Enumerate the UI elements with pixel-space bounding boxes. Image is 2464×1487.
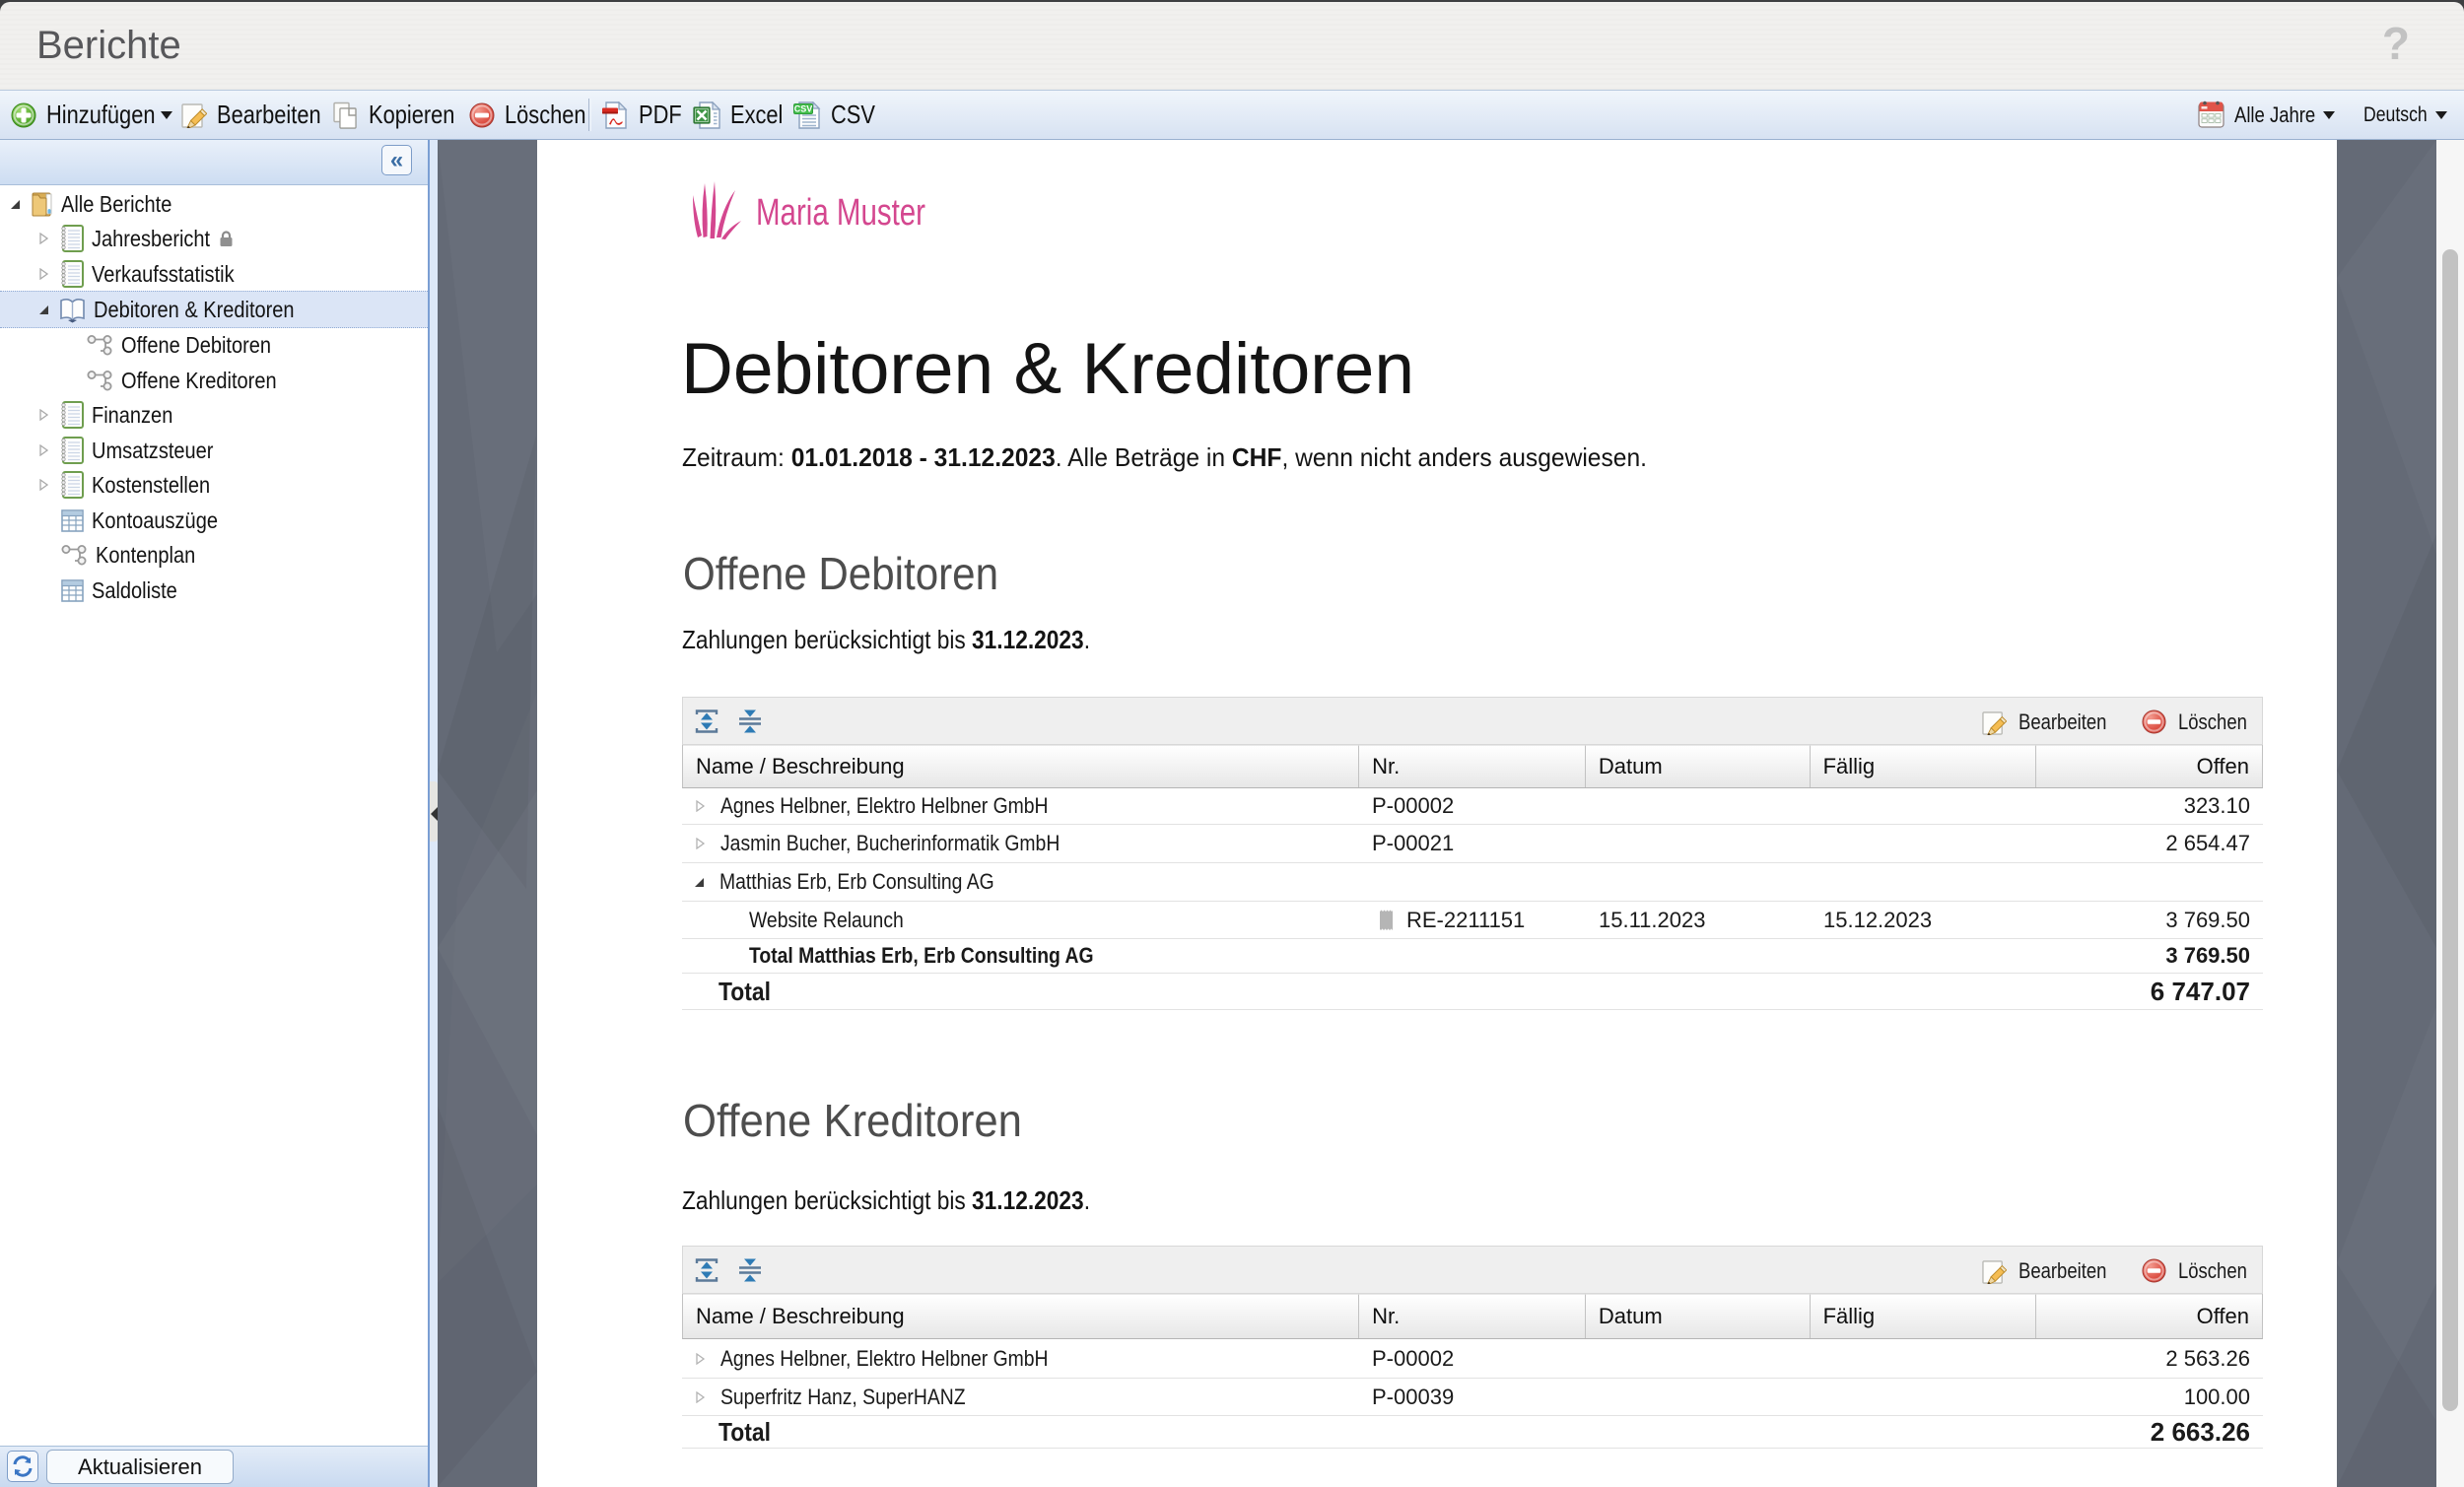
svg-text:CSV: CSV	[794, 103, 813, 113]
